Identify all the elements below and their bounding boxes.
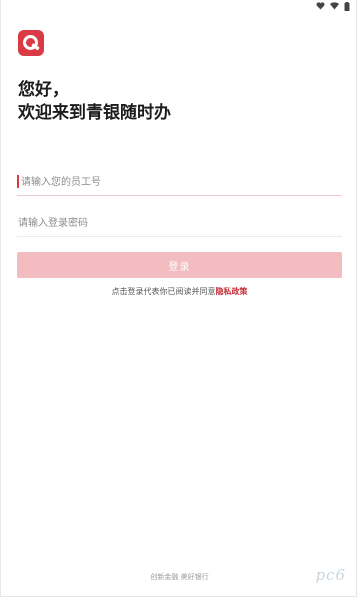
- battery-icon: [344, 1, 350, 11]
- text-caret: [17, 175, 19, 188]
- employee-id-input[interactable]: [21, 170, 341, 194]
- status-icons: [316, 1, 350, 11]
- heart-icon: [316, 2, 325, 10]
- footer-slogan: 创新金融 美好银行: [150, 573, 209, 581]
- welcome-heading: 您好， 欢迎来到青银随时办: [18, 79, 171, 125]
- password-input[interactable]: [18, 211, 338, 235]
- greeting-line-2: 欢迎来到青银随时办: [18, 103, 171, 123]
- wifi-icon: [330, 2, 339, 10]
- privacy-agreement: 点击登录代表你已阅读并同意隐私政策: [1, 286, 357, 297]
- watermark: pc6: [315, 566, 346, 584]
- password-field[interactable]: [17, 211, 342, 237]
- status-bar: [1, 0, 356, 12]
- app-logo-q-icon: [18, 30, 44, 56]
- greeting-line-1: 您好，: [18, 80, 69, 100]
- agreement-text: 点击登录代表你已阅读并同意: [111, 287, 216, 296]
- login-screen: 您好， 欢迎来到青银随时办 登录 点击登录代表你已阅读并同意隐私政策 创新金融 …: [0, 0, 357, 597]
- employee-id-field[interactable]: [17, 170, 342, 196]
- login-button[interactable]: 登录: [17, 252, 342, 278]
- privacy-policy-link[interactable]: 隐私政策: [216, 287, 248, 296]
